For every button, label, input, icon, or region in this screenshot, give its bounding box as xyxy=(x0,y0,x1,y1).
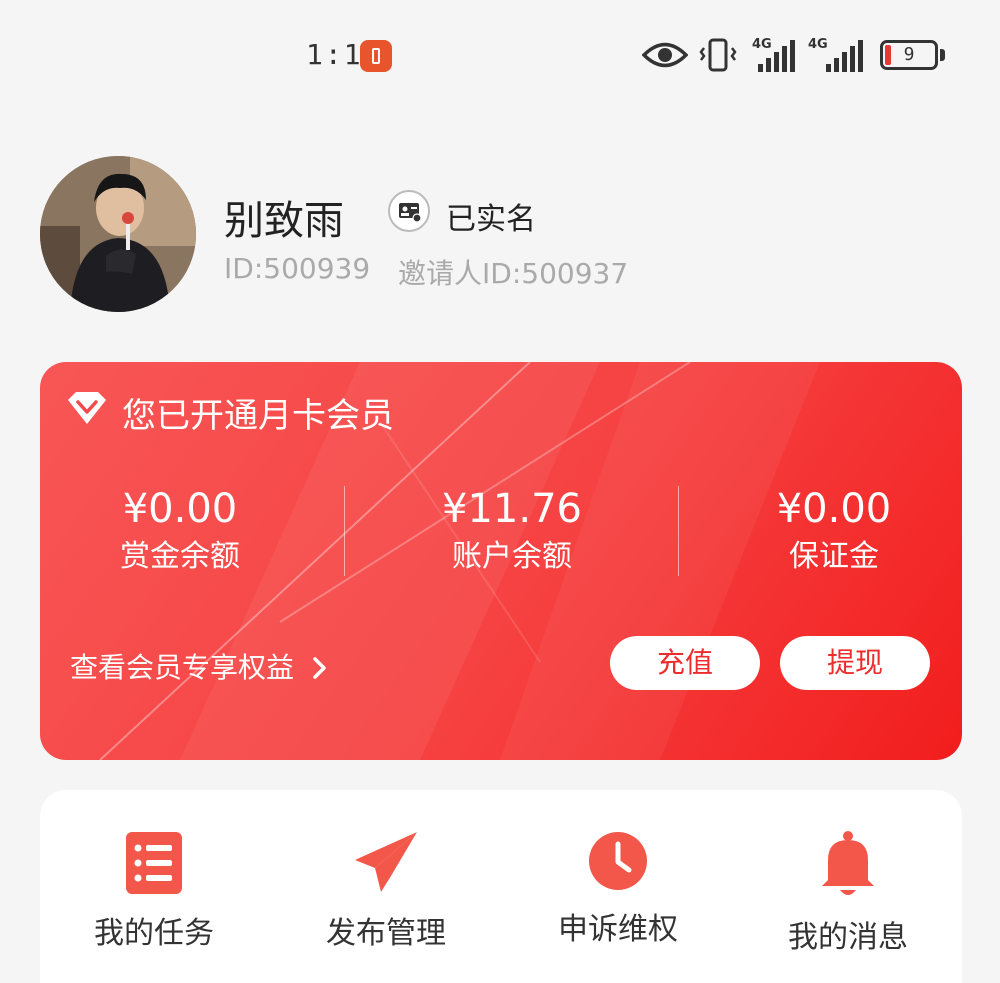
member-title: 您已开通月卡会员 xyxy=(122,396,394,436)
clock-icon xyxy=(589,832,647,890)
member-benefits-label: 查看会员专享权益 xyxy=(70,651,295,684)
menu-item-my-tasks[interactable]: 我的任务 xyxy=(54,830,254,952)
account-balance-label: 账户余额 xyxy=(452,539,572,574)
status-bar: 1:11 4G 4G 9 xyxy=(0,0,1000,110)
vibrate-icon xyxy=(699,38,737,72)
menu-label-appeal: 申诉维权 xyxy=(558,912,678,947)
user-id: ID:500939 xyxy=(224,252,371,285)
bounty-balance-amount: ¥0.00 xyxy=(122,486,238,532)
function-menu: 我的任务 发布管理 申诉维权 我的消息 xyxy=(40,790,962,983)
menu-item-appeal[interactable]: 申诉维权 xyxy=(518,830,718,948)
deposit-amount: ¥0.00 xyxy=(776,486,892,532)
eye-comfort-icon xyxy=(642,42,688,68)
svg-text:4G: 4G xyxy=(808,37,828,52)
diamond-icon xyxy=(68,392,106,424)
inviter-id: 邀请人ID:500937 xyxy=(398,257,629,290)
my-page: 1:11 4G 4G 9 别致雨 已实名 ID:500939 邀请人ID:500… xyxy=(0,0,1000,983)
deposit-balance[interactable]: ¥0.00 保证金 xyxy=(684,486,962,580)
menu-label-publish-manage: 发布管理 xyxy=(326,916,446,951)
bounty-balance-label: 赏金余额 xyxy=(120,539,240,574)
bell-icon xyxy=(822,831,874,895)
battery-level: 9 xyxy=(903,44,915,65)
deposit-label: 保证金 xyxy=(789,539,879,574)
menu-label-messages: 我的消息 xyxy=(788,920,908,955)
battery-tip xyxy=(940,49,945,61)
avatar-image xyxy=(40,156,196,312)
signal-4g-icon-2: 4G xyxy=(808,37,863,72)
member-card: 您已开通月卡会员 ¥0.00 赏金余额 ¥11.76 账户余额 ¥0.00 保证… xyxy=(40,362,962,760)
menu-item-publish-manage[interactable]: 发布管理 xyxy=(286,830,486,952)
recharge-button[interactable]: 充值 xyxy=(610,636,760,690)
svg-text:4G: 4G xyxy=(752,37,772,52)
divider xyxy=(344,486,345,576)
menu-item-messages[interactable]: 我的消息 xyxy=(748,830,948,956)
divider xyxy=(678,486,679,576)
signal-4g-icon: 4G xyxy=(752,37,795,72)
menu-label-my-tasks: 我的任务 xyxy=(94,916,214,951)
account-balance[interactable]: ¥11.76 账户余额 xyxy=(362,486,662,580)
chevron-right-icon xyxy=(313,657,326,679)
user-name: 别致雨 xyxy=(224,198,344,244)
account-balance-amount: ¥11.76 xyxy=(442,486,582,532)
member-benefits-link[interactable]: 查看会员专享权益 xyxy=(70,646,331,686)
avatar[interactable] xyxy=(40,156,196,312)
bounty-balance[interactable]: ¥0.00 赏金余额 xyxy=(40,486,330,580)
paper-plane-icon xyxy=(355,832,417,892)
withdraw-button[interactable]: 提现 xyxy=(780,636,930,690)
id-card-icon xyxy=(388,190,430,232)
verified-label: 已实名 xyxy=(446,202,536,237)
notification-icon xyxy=(360,40,392,72)
task-list-icon xyxy=(126,832,182,894)
battery-icon: 9 xyxy=(880,40,938,70)
